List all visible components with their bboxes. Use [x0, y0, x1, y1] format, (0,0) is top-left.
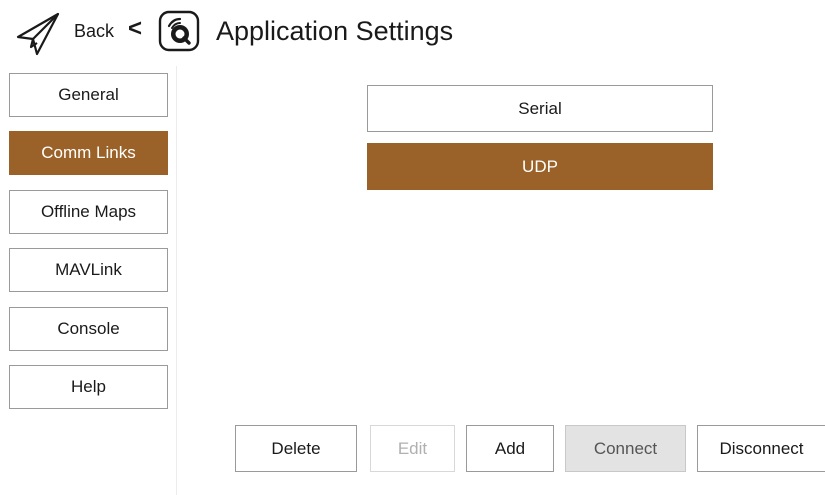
disconnect-button[interactable]: Disconnect: [697, 425, 825, 472]
link-item-serial[interactable]: Serial: [367, 85, 713, 132]
delete-button[interactable]: Delete: [235, 425, 357, 472]
link-item-udp[interactable]: UDP: [367, 143, 713, 190]
sidebar-item-mavlink[interactable]: MAVLink: [9, 248, 168, 292]
add-button[interactable]: Add: [466, 425, 554, 472]
connect-button[interactable]: Connect: [565, 425, 686, 472]
sidebar-item-general[interactable]: General: [9, 73, 168, 117]
sidebar-item-console[interactable]: Console: [9, 307, 168, 351]
edit-button[interactable]: Edit: [370, 425, 455, 472]
sidebar: General Comm Links Offline Maps MAVLink …: [0, 66, 177, 495]
back-chevron-icon[interactable]: <: [128, 16, 142, 42]
header: Back < Application Settings: [0, 0, 825, 66]
sidebar-item-offline-maps[interactable]: Offline Maps: [9, 190, 168, 234]
sidebar-item-help[interactable]: Help: [9, 365, 168, 409]
sidebar-item-comm-links[interactable]: Comm Links: [9, 131, 168, 175]
paper-plane-icon[interactable]: [14, 10, 62, 58]
qgc-logo-icon[interactable]: [158, 10, 200, 52]
page-title: Application Settings: [216, 16, 454, 46]
back-link[interactable]: Back: [74, 20, 114, 42]
